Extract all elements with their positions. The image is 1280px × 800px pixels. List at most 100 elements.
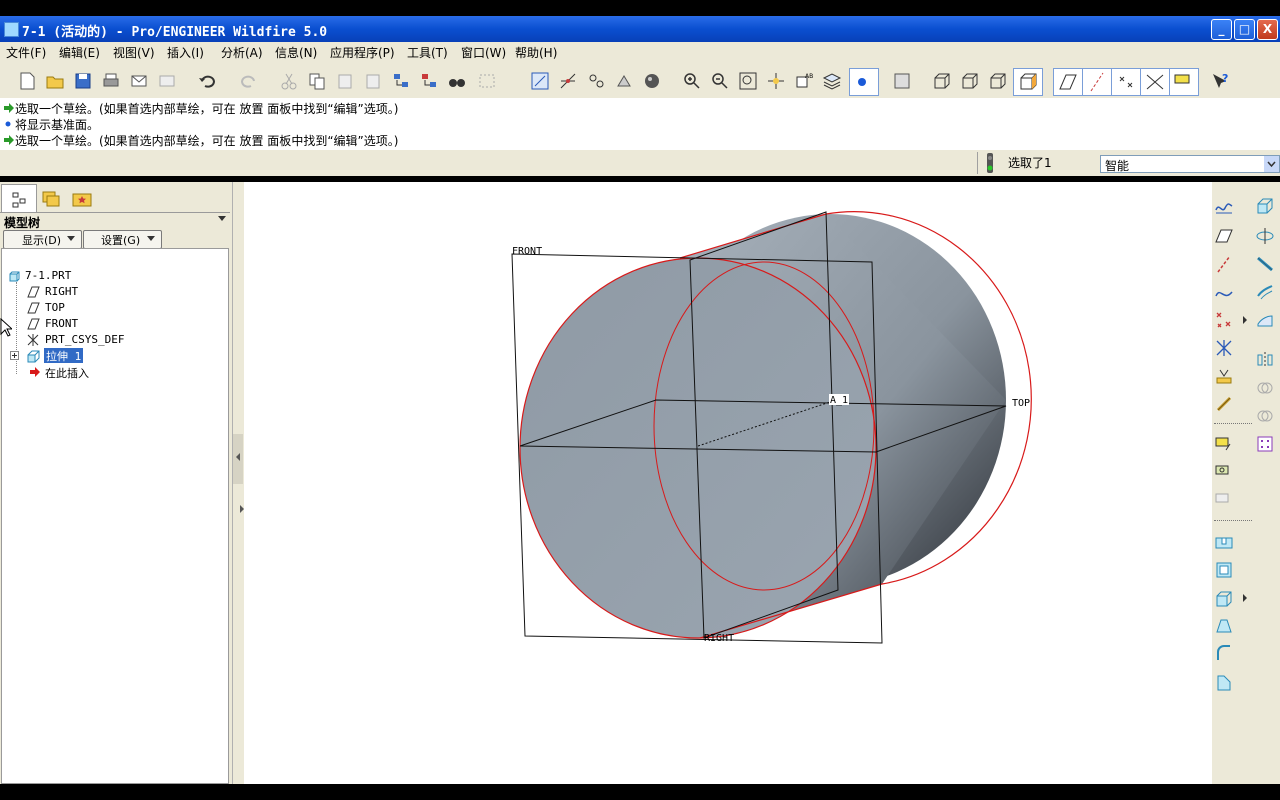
refit-icon[interactable] <box>737 70 759 92</box>
hole-tool-icon[interactable] <box>1214 532 1234 552</box>
analysis-tool-icon[interactable] <box>1214 366 1234 386</box>
context-help-icon[interactable]: ? <box>1209 70 1231 92</box>
regenerate-icon[interactable] <box>390 70 412 92</box>
select-box-icon[interactable] <box>476 70 498 92</box>
tree-item-right[interactable]: RIGHT <box>2 284 202 300</box>
annotation-tool-icon[interactable] <box>1214 434 1234 454</box>
no-hidden-icon[interactable] <box>987 70 1009 92</box>
menu-applications[interactable]: 应用程序(P) <box>330 44 395 61</box>
revolve-tool-icon[interactable] <box>1255 226 1275 246</box>
zoom-out-icon[interactable] <box>709 70 731 92</box>
round-tool-icon[interactable] <box>1214 644 1234 664</box>
datum-point-tool-icon[interactable] <box>1214 310 1234 330</box>
tab-model-tree[interactable] <box>1 184 37 213</box>
undo-icon[interactable] <box>196 70 218 92</box>
merge-tool-disabled-icon[interactable] <box>1255 378 1275 398</box>
tree-item-csys[interactable]: PRT_CSYS_DEF <box>2 332 202 348</box>
regen-manager-icon[interactable] <box>418 70 440 92</box>
annotation-disabled-icon[interactable] <box>1214 490 1234 510</box>
minimize-button[interactable]: _ <box>1211 19 1232 40</box>
appearance-gallery-icon[interactable] <box>891 70 913 92</box>
csys-toggle[interactable] <box>1140 68 1170 96</box>
tree-item-part[interactable]: 7-1.PRT <box>2 268 202 284</box>
reorient-icon[interactable] <box>765 70 787 92</box>
hidden-line-icon[interactable] <box>959 70 981 92</box>
panel-menu-icon[interactable] <box>217 215 227 223</box>
menu-help[interactable]: 帮助(H) <box>515 44 557 61</box>
tab-favorites[interactable] <box>68 186 98 212</box>
menu-insert[interactable]: 插入(I) <box>167 44 204 61</box>
graphics-viewport[interactable]: FRONT TOP RIGHT A_1 <box>244 182 1212 784</box>
annotation-toggle[interactable] <box>1169 68 1199 96</box>
tree-item-insert-here[interactable]: 在此插入 <box>2 364 202 380</box>
settings-button[interactable]: 设置(G) <box>83 230 162 249</box>
email-icon[interactable] <box>128 70 150 92</box>
layers-icon[interactable] <box>821 70 843 92</box>
sketch-tool-icon[interactable] <box>1214 196 1234 216</box>
filter-dropdown[interactable] <box>1264 156 1279 172</box>
paste-special-icon[interactable] <box>362 70 384 92</box>
chamfer-tool-icon[interactable] <box>1214 672 1234 692</box>
find-binoculars-icon[interactable] <box>446 70 468 92</box>
paste-icon[interactable] <box>334 70 356 92</box>
model-3d-view[interactable]: FRONT TOP RIGHT A_1 <box>244 182 1212 784</box>
redo-icon[interactable] <box>238 70 260 92</box>
menu-edit[interactable]: 编辑(E) <box>59 44 100 61</box>
style-surface-icon[interactable] <box>1255 310 1275 330</box>
tree-item-extrude[interactable]: 拉伸 1 <box>2 348 202 364</box>
datum-point-display-icon[interactable] <box>585 70 607 92</box>
print-icon[interactable] <box>100 70 122 92</box>
collapse-left-icon[interactable] <box>235 453 241 461</box>
flyout-arrow-icon[interactable] <box>1242 316 1248 324</box>
shell-tool-icon[interactable] <box>1214 560 1234 580</box>
save-icon[interactable] <box>72 70 94 92</box>
csys-display-icon[interactable] <box>613 70 635 92</box>
filter-select[interactable]: 智能 <box>1100 155 1280 173</box>
saved-views-icon[interactable]: AB <box>793 70 815 92</box>
datum-planes-toggle[interactable] <box>1053 68 1083 96</box>
spin-center-toggle[interactable] <box>849 68 879 96</box>
copy-icon[interactable] <box>306 70 328 92</box>
sketch-display-icon[interactable] <box>529 70 551 92</box>
csys-tool-icon[interactable] <box>1214 338 1234 358</box>
mirror-tool-icon[interactable] <box>1255 350 1275 370</box>
menu-file[interactable]: 文件(F) <box>6 44 46 61</box>
shading-mode-toggle[interactable] <box>1013 68 1043 96</box>
datum-axes-toggle[interactable] <box>1082 68 1112 96</box>
draft-tool-icon[interactable] <box>1214 616 1234 636</box>
datum-axis-tool-icon[interactable] <box>1214 254 1234 274</box>
annotation-edit-icon[interactable] <box>1214 462 1234 482</box>
menu-view[interactable]: 视图(V) <box>113 44 155 61</box>
email-attach-icon[interactable] <box>156 70 178 92</box>
menu-info[interactable]: 信息(N) <box>275 44 317 61</box>
open-folder-icon[interactable] <box>44 70 66 92</box>
menu-tools[interactable]: 工具(T) <box>407 44 448 61</box>
pattern-tool-icon[interactable] <box>1255 434 1275 454</box>
datum-curve-tool-icon[interactable] <box>1214 282 1234 302</box>
maximize-button[interactable]: □ <box>1234 19 1255 40</box>
tab-folder-browser[interactable] <box>36 186 66 212</box>
wireframe-icon[interactable] <box>931 70 953 92</box>
extrude-cylinder[interactable] <box>519 211 1032 639</box>
shading-sphere-icon[interactable] <box>641 70 663 92</box>
show-button[interactable]: 显示(D) <box>3 230 82 249</box>
close-button[interactable]: X <box>1257 19 1278 40</box>
extrude-tool-icon[interactable] <box>1255 196 1275 216</box>
flyout-arrow-icon[interactable] <box>1242 594 1248 602</box>
cut-icon[interactable] <box>278 70 300 92</box>
trim-tool-disabled-icon[interactable] <box>1255 406 1275 426</box>
boundary-blend-icon[interactable] <box>1255 282 1275 302</box>
rib-tool-icon[interactable] <box>1214 588 1234 608</box>
datum-plane-tool-icon[interactable] <box>1214 226 1234 246</box>
tree-item-front[interactable]: FRONT <box>2 316 202 332</box>
chain-tool-icon[interactable] <box>1214 394 1234 414</box>
zoom-in-icon[interactable] <box>681 70 703 92</box>
datum-axis-display-icon[interactable] <box>557 70 579 92</box>
new-file-icon[interactable] <box>16 70 38 92</box>
expand-icon[interactable] <box>10 351 19 360</box>
menu-analysis[interactable]: 分析(A) <box>221 44 263 61</box>
menu-window[interactable]: 窗口(W) <box>461 44 506 61</box>
sweep-tool-icon[interactable] <box>1255 254 1275 274</box>
tree-item-top[interactable]: TOP <box>2 300 202 316</box>
datum-points-toggle[interactable] <box>1111 68 1141 96</box>
